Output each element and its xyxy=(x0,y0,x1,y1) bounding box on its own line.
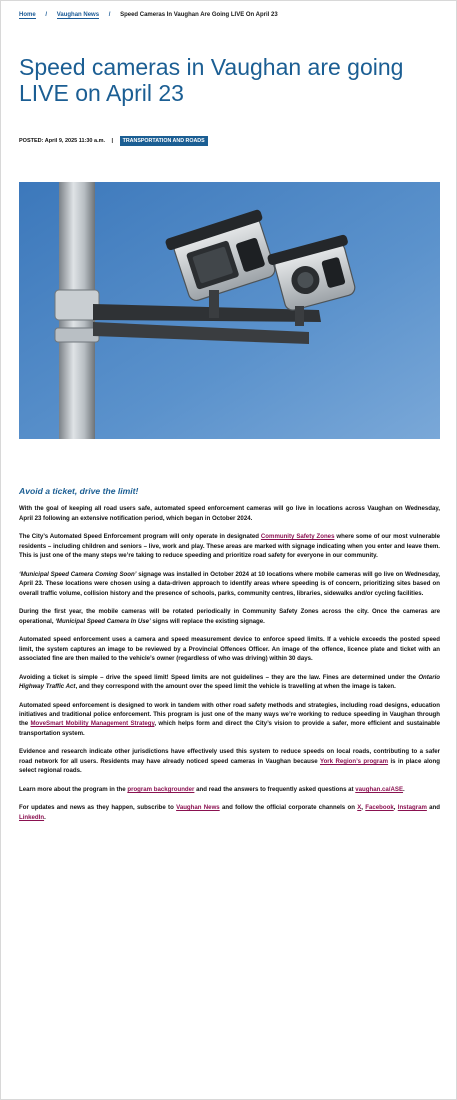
hero-image xyxy=(19,182,440,439)
instagram-link[interactable]: Instagram xyxy=(398,804,427,811)
speed-camera-photo xyxy=(19,182,440,439)
paragraph: During the first year, the mobile camera… xyxy=(19,607,440,626)
paragraph: For updates and news as they happen, sub… xyxy=(19,803,440,822)
posted-date: April 9, 2025 11:30 a.m. xyxy=(44,138,106,144)
paragraph: With the goal of keeping all road users … xyxy=(19,505,440,522)
posted-separator: | xyxy=(111,138,114,144)
text-span: and xyxy=(426,804,441,812)
text-span: and read the answers to frequently asked… xyxy=(194,785,356,793)
paragraph: The City’s Automated Speed Enforcement p… xyxy=(19,532,440,560)
text-span: and follow the official corporate channe… xyxy=(219,804,358,812)
paragraph: Automated speed enforcement uses a camer… xyxy=(19,636,440,663)
breadcrumb-separator: / xyxy=(108,12,111,18)
paragraph: Automated speed enforcement is designed … xyxy=(19,701,440,739)
text-span: Speed limits are not guidelines – they a… xyxy=(168,673,419,681)
article-body: Avoid a ticket, drive the limit! With th… xyxy=(19,486,440,831)
facebook-link[interactable]: Facebook xyxy=(365,804,393,811)
text-span: signs will replace the existing signage. xyxy=(150,617,265,625)
vaughan-ase-link[interactable]: vaughan.ca/ASE xyxy=(355,786,403,793)
text-span: . xyxy=(44,813,46,821)
text-span: . xyxy=(403,785,405,793)
emphasis: ‘Municipal Speed Camera Coming Soon’ xyxy=(19,570,137,578)
program-backgrounder-link[interactable]: program backgrounder xyxy=(127,786,194,793)
emphasis: ‘Municipal Speed Camera In Use’ xyxy=(55,617,151,625)
section-heading: Avoid a ticket, drive the limit! xyxy=(19,486,139,496)
posted-label: POSTED: xyxy=(19,138,44,144)
strong-text: Avoiding a ticket is simple – drive the … xyxy=(19,673,169,681)
paragraph: Avoiding a ticket is simple – drive the … xyxy=(19,673,440,692)
movesmart-strategy-link[interactable]: MoveSmart Mobility Management Strategy xyxy=(30,720,154,727)
vaughan-news-link[interactable]: Vaughan News xyxy=(176,804,220,811)
linkedin-link[interactable]: LinkedIn xyxy=(19,814,44,821)
text-span: Learn more about the program in the xyxy=(19,785,128,793)
paragraph: ‘Municipal Speed Camera Coming Soon’ sig… xyxy=(19,570,440,598)
category-badge[interactable]: TRANSPORTATION AND ROADS xyxy=(119,136,208,146)
text-span: For updates and news as they happen, sub… xyxy=(19,804,177,812)
page-title: Speed cameras in Vaughan are going LIVE … xyxy=(19,54,404,106)
breadcrumb-home-link[interactable]: Home xyxy=(19,12,36,19)
text-span: , and they correspond with the amount ov… xyxy=(75,683,396,691)
text-span: The City’s Automated Speed Enforcement p… xyxy=(19,533,261,541)
breadcrumb-news-link[interactable]: Vaughan News xyxy=(56,12,100,19)
community-safety-zones-link[interactable]: Community Safety Zones xyxy=(261,533,335,540)
paragraph: Learn more about the program in the prog… xyxy=(19,785,440,794)
breadcrumb-current: Speed Cameras In Vaughan Are Going LIVE … xyxy=(120,12,278,18)
paragraph: Evidence and research indicate other jur… xyxy=(19,747,440,775)
york-region-program-link[interactable]: York Region’s program xyxy=(320,758,388,765)
breadcrumb: Home / Vaughan News / Speed Cameras In V… xyxy=(19,12,278,19)
breadcrumb-separator: / xyxy=(45,12,48,18)
posted-meta: POSTED: April 9, 2025 11:30 a.m. | TRANS… xyxy=(19,136,208,146)
